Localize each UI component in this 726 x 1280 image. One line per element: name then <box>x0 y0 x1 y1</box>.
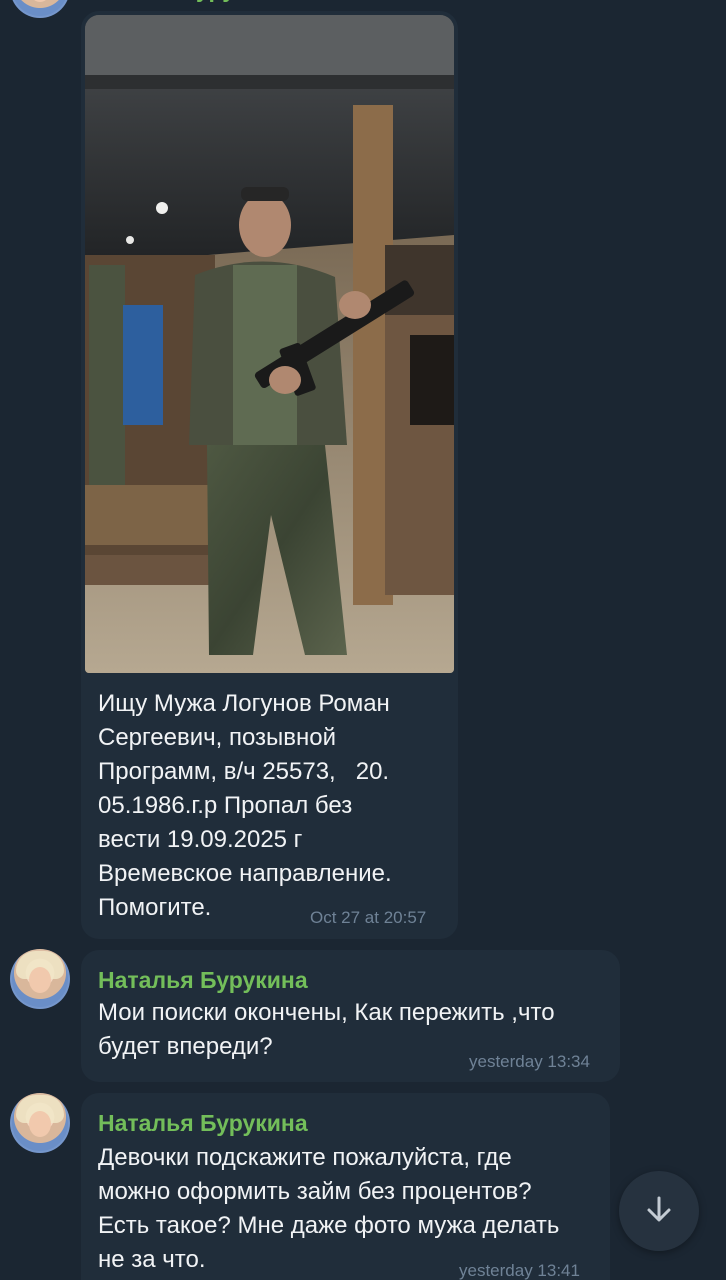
sender-avatar[interactable] <box>10 1093 70 1153</box>
message-text: Девочки подскажите пожалуйста, где можно… <box>98 1144 560 1273</box>
scroll-to-bottom-button[interactable] <box>619 1171 699 1251</box>
message-timestamp: yesterday 13:34 <box>469 1052 590 1071</box>
sender-avatar[interactable] <box>10 0 70 18</box>
message-timestamp: yesterday 13:41 <box>459 1261 580 1280</box>
arrow-down-icon <box>643 1193 675 1230</box>
chat-history[interactable]: урук <box>0 0 726 1280</box>
sender-name[interactable]: Наталья Бурукина <box>98 967 308 994</box>
sender-avatar[interactable] <box>10 949 70 1009</box>
sender-name[interactable]: Наталья Бурукина <box>98 1110 308 1137</box>
message-bubble[interactable]: Наталья Бурукина Мои поиски окончены, Ка… <box>81 950 620 1082</box>
message-photo[interactable] <box>85 15 454 673</box>
sender-name-partial: урук <box>196 0 266 6</box>
message-text: Ищу Мужа Логунов Роман Сергеевич, позывн… <box>98 690 392 921</box>
message-bubble[interactable]: Наталья Бурукина Девочки подскажите пожа… <box>81 1093 610 1280</box>
message-timestamp: Oct 27 at 20:57 <box>310 908 427 927</box>
message-bubble-photo[interactable]: Ищу Мужа Логунов Роман Сергеевич, позывн… <box>81 11 458 939</box>
